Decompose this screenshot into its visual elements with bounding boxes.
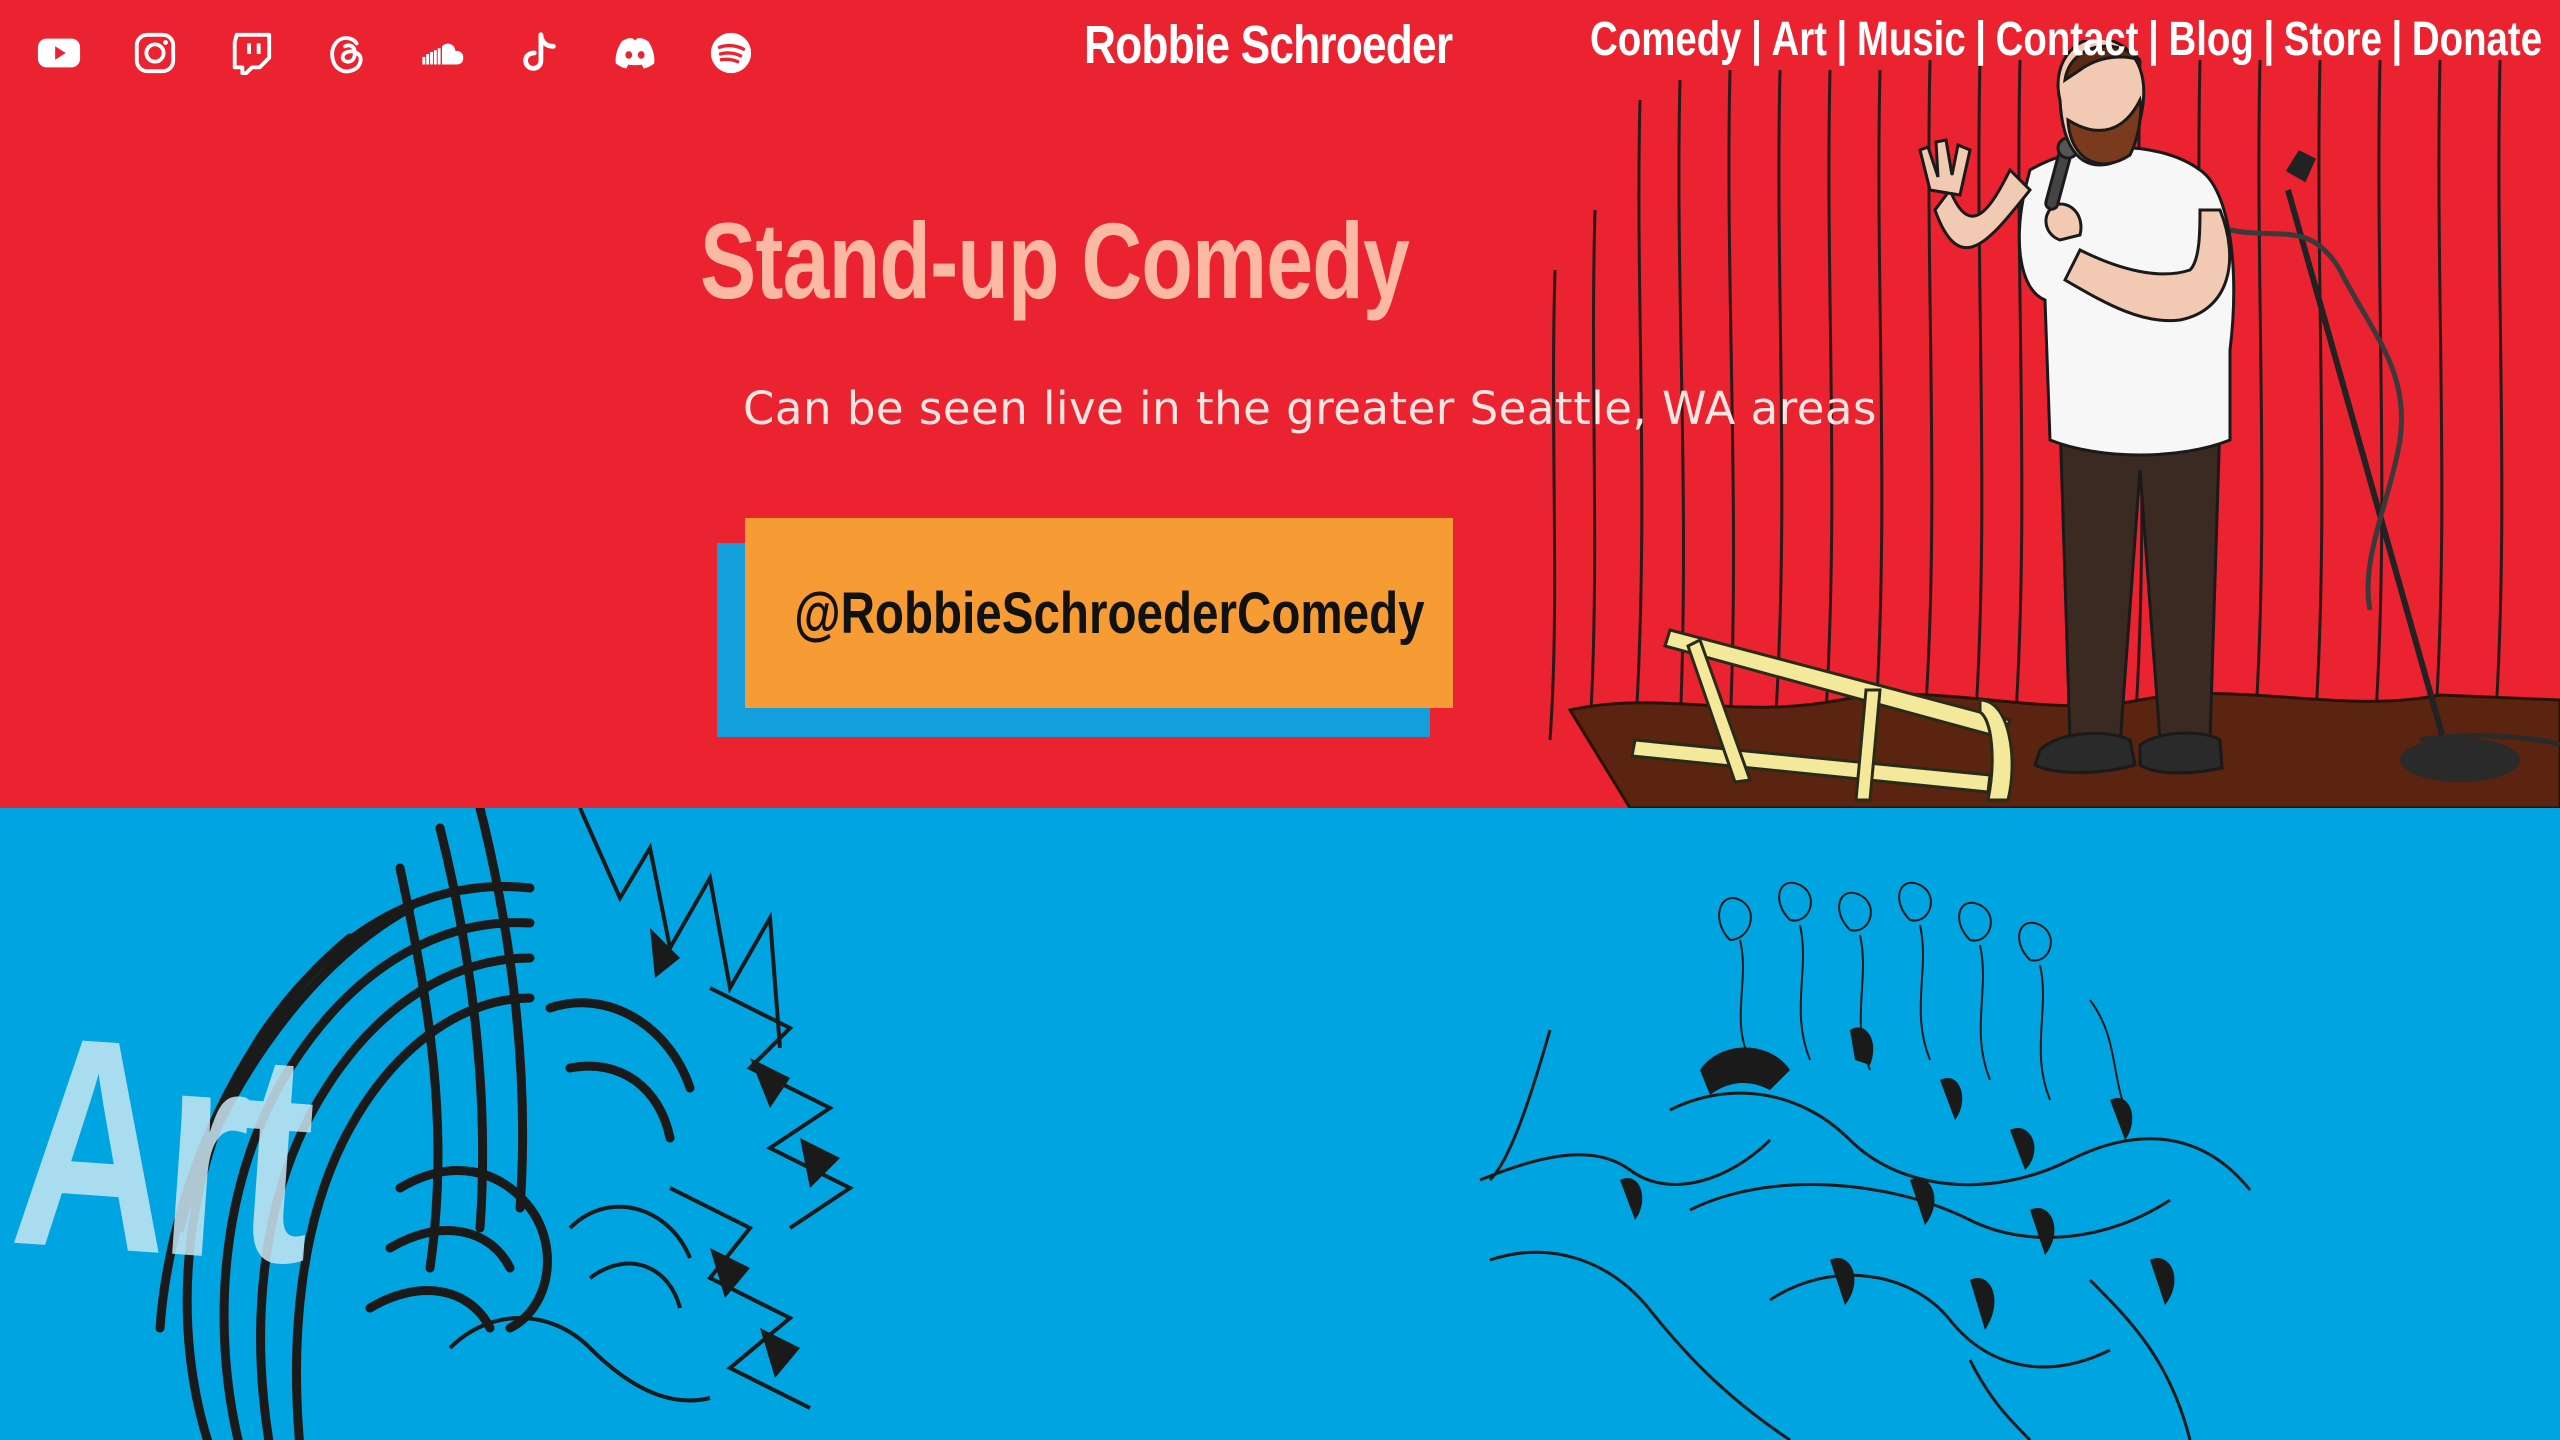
- nav-item-contact[interactable]: Contact: [1996, 12, 2139, 67]
- nav-separator: |: [2263, 13, 2275, 66]
- twitch-icon[interactable]: [228, 30, 274, 76]
- social-links: [36, 30, 754, 76]
- nav-separator: |: [1751, 13, 1762, 66]
- discord-icon[interactable]: [612, 30, 658, 76]
- nav-item-music[interactable]: Music: [1857, 12, 1966, 67]
- tiktok-icon[interactable]: [516, 30, 562, 76]
- page-heading: Stand-up Comedy: [700, 200, 1410, 321]
- abstract-drawing-right: [1479, 881, 2252, 1440]
- cta-label: @RobbieSchroederComedy: [793, 580, 1425, 646]
- nav-separator: |: [2391, 13, 2403, 66]
- nav-item-donate[interactable]: Donate: [2412, 12, 2542, 67]
- instagram-icon[interactable]: [132, 30, 178, 76]
- hero-subtitle: Can be seen live in the greater Seattle,…: [743, 382, 1877, 435]
- nav-separator: |: [1836, 13, 1848, 66]
- nav-item-art[interactable]: Art: [1771, 12, 1826, 67]
- nav-item-blog[interactable]: Blog: [2168, 12, 2253, 67]
- comedy-hero-section: Robbie Schroeder Comedy | Art | Music | …: [0, 0, 2560, 808]
- nav-item-store[interactable]: Store: [2284, 12, 2382, 67]
- site-title[interactable]: Robbie Schroeder: [1084, 14, 1453, 76]
- threads-icon[interactable]: [324, 30, 370, 76]
- comedy-handle-button[interactable]: @RobbieSchroederComedy: [745, 518, 1453, 708]
- nav-separator: |: [2148, 13, 2159, 66]
- nav-separator: |: [1975, 13, 1986, 66]
- youtube-icon[interactable]: [36, 30, 82, 76]
- art-heading[interactable]: Art: [4, 966, 318, 1331]
- main-nav: Comedy | Art | Music | Contact | Blog | …: [1590, 12, 2542, 67]
- spotify-icon[interactable]: [708, 30, 754, 76]
- soundcloud-icon[interactable]: [420, 30, 466, 76]
- nav-item-comedy[interactable]: Comedy: [1590, 12, 1742, 67]
